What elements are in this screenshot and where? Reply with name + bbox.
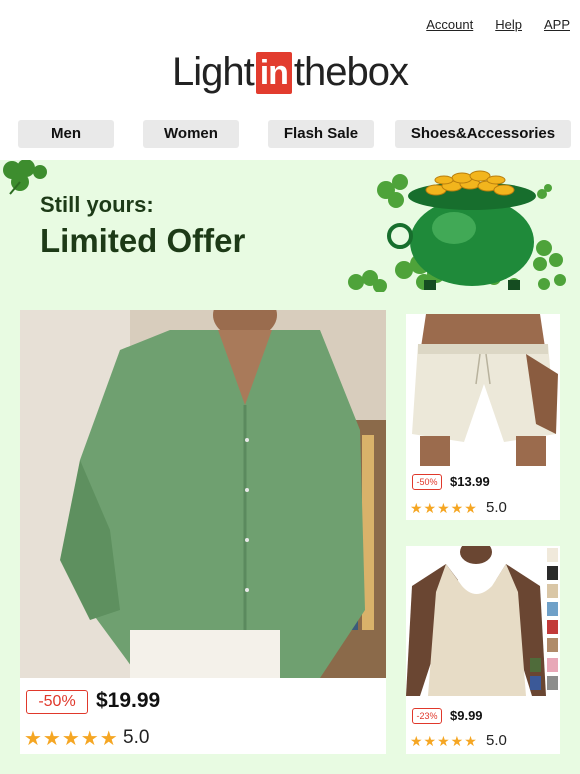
nav-men[interactable]: Men	[18, 120, 114, 148]
nav-flash-sale[interactable]: Flash Sale	[268, 120, 374, 148]
product-price: $9.99	[450, 708, 483, 723]
logo-box: in	[255, 51, 292, 94]
rating-value: 5.0	[486, 499, 507, 516]
logo-text-post: thebox	[293, 50, 409, 94]
nav-shoes-accessories[interactable]: Shoes&Accessories	[395, 120, 571, 148]
logo[interactable]: Light in thebox	[0, 50, 580, 95]
category-nav: Men Women Flash Sale Shoes&Accessories	[0, 120, 580, 148]
promo-subtitle: Still yours:	[40, 192, 154, 217]
product-card-tank-top[interactable]: -23% $9.99 ★★★★★ 5.0	[406, 546, 560, 754]
account-link[interactable]: Account	[426, 17, 473, 32]
product-card-shirt[interactable]: -50% $19.99 ★★★★★ 5.0	[20, 310, 386, 754]
rating-stars: ★★★★★	[410, 500, 478, 516]
app-link[interactable]: APP	[544, 17, 570, 32]
rating-value: 5.0	[123, 727, 150, 748]
tank-top-photo	[406, 546, 560, 702]
header-links: Account Help APP	[404, 17, 570, 32]
product-price: $13.99	[450, 474, 490, 489]
discount-badge: -50%	[412, 474, 442, 490]
clover-icon	[3, 160, 47, 195]
promo-title: Limited Offer	[40, 222, 246, 259]
product-image-shorts[interactable]	[406, 314, 560, 466]
product-price: $19.99	[96, 689, 161, 712]
nav-women[interactable]: Women	[143, 120, 239, 148]
help-link[interactable]: Help	[495, 17, 522, 32]
product-card-shorts[interactable]: -50% $13.99 ★★★★★ 5.0	[406, 314, 560, 520]
shirt-photo	[20, 310, 386, 678]
logo-text-pre: Light	[171, 50, 255, 94]
product-image-tank-top[interactable]	[406, 546, 560, 702]
rating-value: 5.0	[486, 732, 507, 749]
discount-badge: -50%	[26, 690, 88, 714]
pot-of-gold-icon	[348, 170, 566, 292]
product-image-shirt[interactable]	[20, 310, 386, 678]
promo-section: Still yours: Limited Offer -50% $19.99 ★…	[0, 160, 580, 774]
shorts-photo	[406, 314, 560, 466]
discount-badge: -23%	[412, 708, 442, 724]
rating-stars: ★★★★★	[410, 733, 478, 749]
rating-stars: ★★★★★	[24, 728, 119, 750]
